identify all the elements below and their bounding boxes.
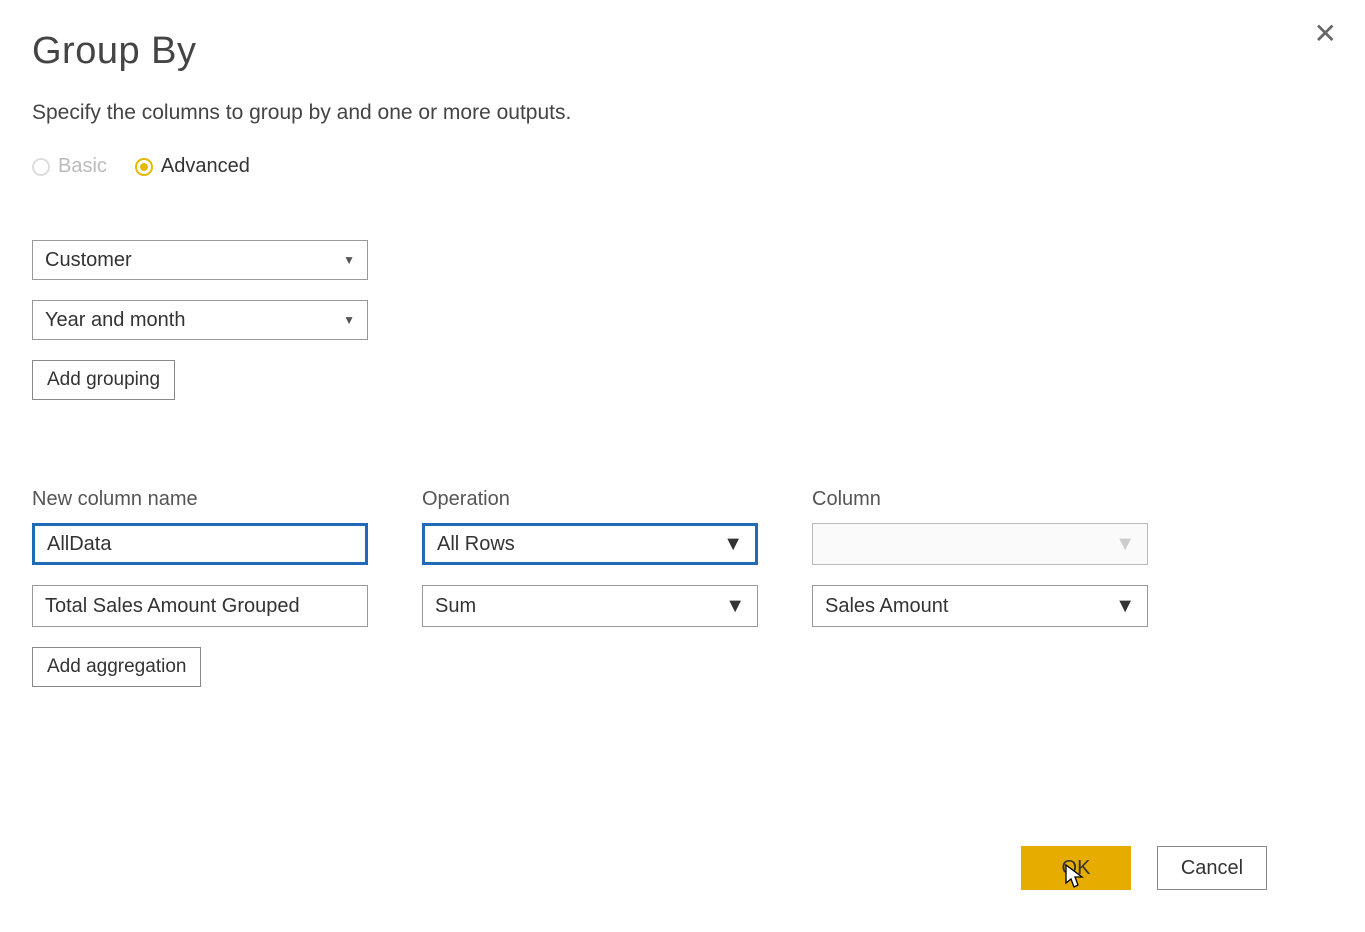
aggregation-row-1: Sum ▼ Sales Amount ▼ [32, 585, 1333, 627]
aggregation-section: New column name Operation Column All Row… [32, 488, 1333, 687]
column-value: Sales Amount [825, 595, 948, 618]
radio-circle-icon [32, 158, 50, 176]
add-grouping-button[interactable]: Add grouping [32, 360, 175, 400]
column-dropdown-1[interactable]: Sales Amount ▼ [812, 585, 1148, 627]
grouping-value: Year and month [45, 309, 185, 332]
radio-circle-icon [135, 158, 153, 176]
radio-advanced[interactable]: Advanced [135, 155, 250, 178]
grouping-dropdown-0[interactable]: Customer ▼ [32, 240, 368, 280]
new-column-name-input-0[interactable] [32, 523, 368, 565]
chevron-down-icon: ▼ [1115, 533, 1135, 556]
ok-button[interactable]: OK [1021, 846, 1131, 890]
mode-radio-group: Basic Advanced [32, 155, 1333, 178]
operation-dropdown-0[interactable]: All Rows ▼ [422, 523, 758, 565]
grouping-section: Customer ▼ Year and month ▼ Add grouping [32, 240, 1333, 400]
grouping-dropdown-1[interactable]: Year and month ▼ [32, 300, 368, 340]
cancel-button[interactable]: Cancel [1157, 846, 1267, 890]
column-dropdown-0: ▼ [812, 523, 1148, 565]
chevron-down-icon: ▼ [1115, 595, 1135, 618]
aggregation-row-0: All Rows ▼ ▼ [32, 523, 1333, 565]
chevron-down-icon: ▼ [725, 595, 745, 618]
new-column-name-input-1[interactable] [32, 585, 368, 627]
ok-label: OK [1062, 857, 1091, 880]
header-operation: Operation [422, 488, 758, 511]
dialog-subtitle: Specify the columns to group by and one … [32, 101, 1333, 125]
add-aggregation-button[interactable]: Add aggregation [32, 647, 201, 687]
operation-value: Sum [435, 595, 476, 618]
header-column: Column [812, 488, 1148, 511]
chevron-down-icon: ▼ [343, 253, 355, 267]
radio-advanced-label: Advanced [161, 155, 250, 178]
chevron-down-icon: ▼ [343, 313, 355, 327]
chevron-down-icon: ▼ [723, 533, 743, 556]
header-new-column: New column name [32, 488, 368, 511]
operation-dropdown-1[interactable]: Sum ▼ [422, 585, 758, 627]
footer-buttons: OK Cancel [1021, 846, 1267, 890]
grouping-value: Customer [45, 249, 132, 272]
close-icon[interactable]: ✕ [1314, 20, 1337, 48]
radio-basic-label: Basic [58, 155, 107, 178]
radio-basic[interactable]: Basic [32, 155, 107, 178]
dialog-title: Group By [32, 30, 1333, 73]
operation-value: All Rows [437, 533, 515, 556]
